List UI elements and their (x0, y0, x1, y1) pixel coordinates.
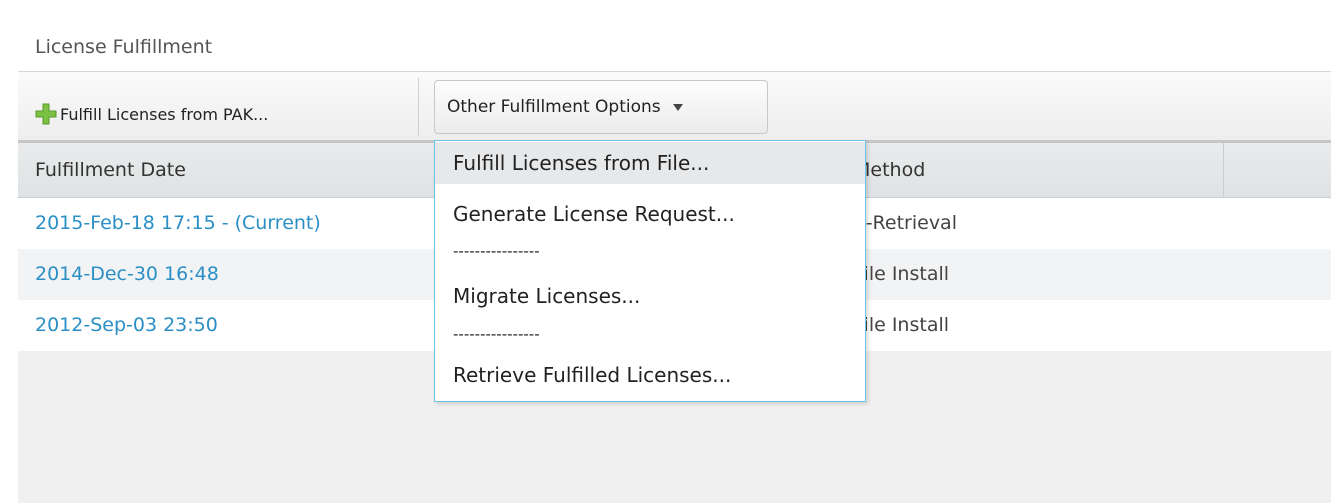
other-fulfillment-options-label: Other Fulfillment Options (447, 97, 661, 117)
menu-item-fulfill-from-file[interactable]: Fulfill Licenses from File... (435, 142, 865, 184)
menu-separator: ---------------- (453, 242, 540, 260)
menu-separator: ---------------- (453, 325, 540, 343)
caret-down-icon (672, 103, 683, 111)
toolbar-separator (418, 78, 419, 136)
fulfill-from-pak-label: Fulfill Licenses from PAK... (60, 104, 269, 124)
column-header-fulfillment-date[interactable]: Fulfillment Date (35, 143, 186, 197)
menu-item-retrieve-fulfilled-licenses[interactable]: Retrieve Fulfilled Licenses... (435, 354, 865, 396)
toolbar: Fulfill Licenses from PAK... Other Fulfi… (18, 72, 1331, 143)
fulfillment-date-link[interactable]: 2012-Sep-03 23:50 (35, 300, 218, 351)
menu-item-generate-license-request[interactable]: Generate License Request... (435, 193, 865, 235)
menu-item-migrate-licenses[interactable]: Migrate Licenses... (435, 275, 865, 317)
fulfillment-date-link[interactable]: 2014-Dec-30 16:48 (35, 249, 219, 300)
other-fulfillment-options-button[interactable]: Other Fulfillment Options (434, 80, 768, 134)
fulfillment-date-link[interactable]: 2015-Feb-18 17:15 - (Current) (35, 198, 321, 249)
other-fulfillment-options-menu: Fulfill Licenses from File... Generate L… (434, 140, 866, 402)
fulfill-from-pak-button[interactable]: Fulfill Licenses from PAK... (34, 100, 268, 128)
plus-icon (34, 102, 58, 126)
section-title: License Fulfillment (35, 36, 213, 58)
column-separator (1223, 143, 1224, 197)
